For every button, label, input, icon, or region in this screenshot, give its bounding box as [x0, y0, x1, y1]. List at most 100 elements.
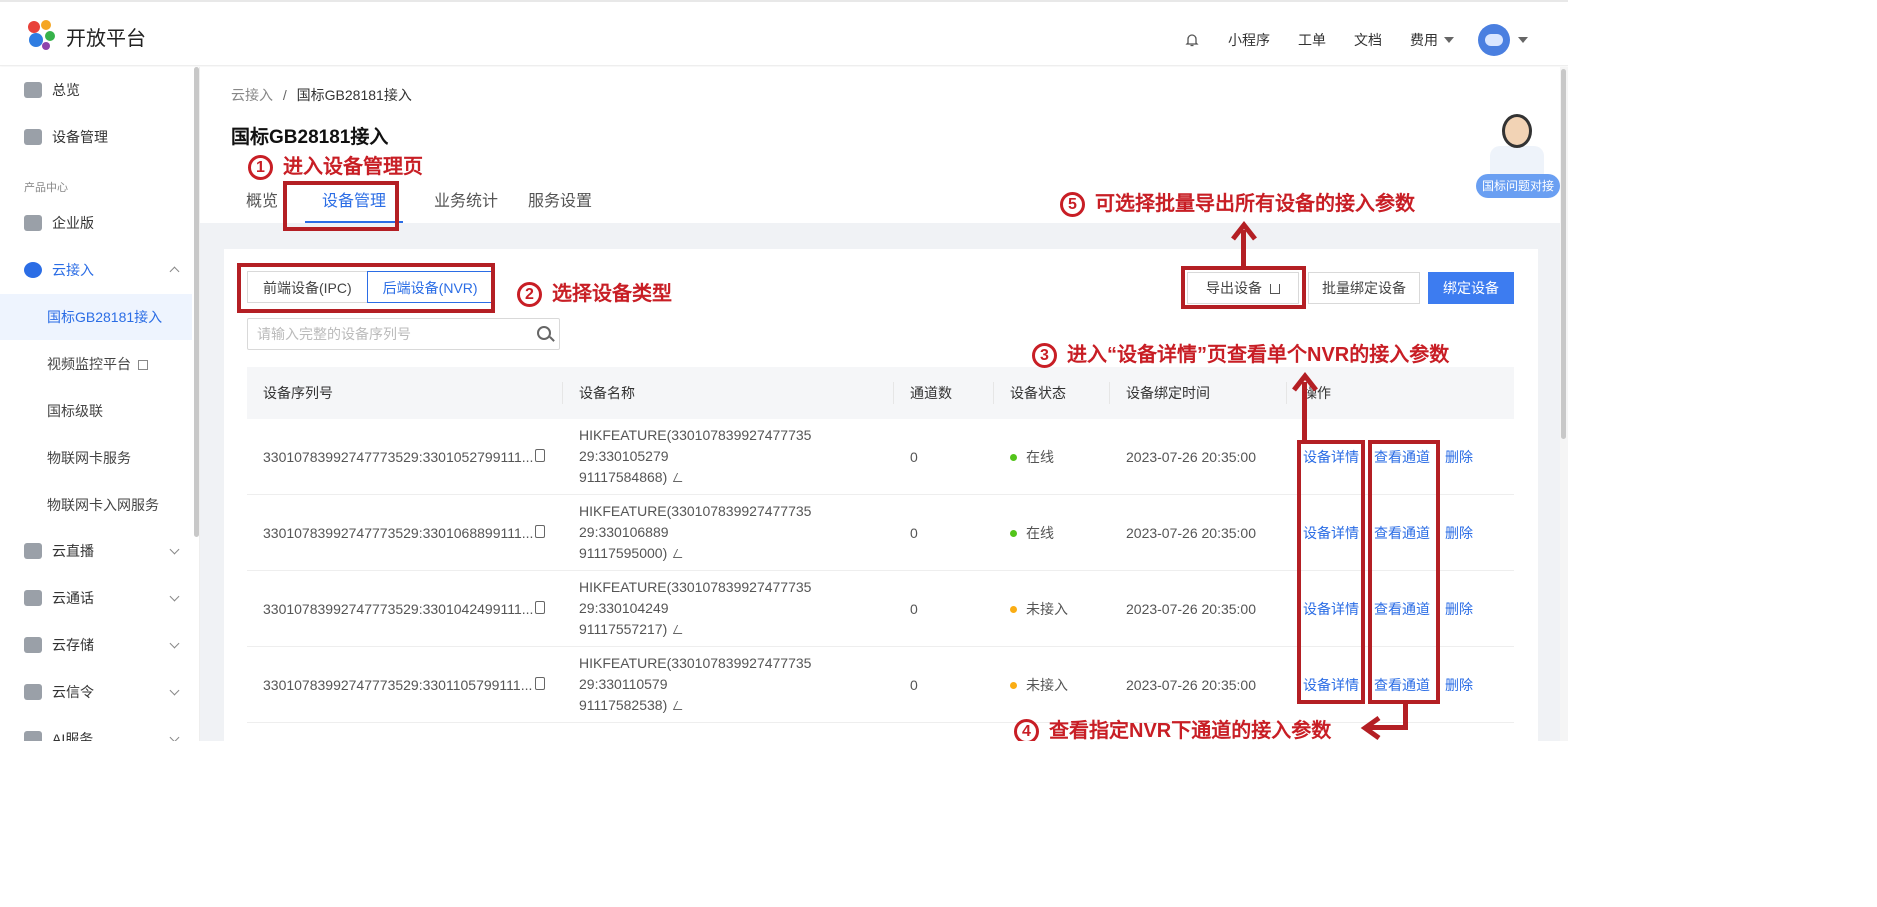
sidebar-section-label: 产品中心	[24, 182, 68, 194]
home-icon	[24, 82, 42, 98]
name-cell: HIKFEATURE(330107839927477735​29:3301068…	[579, 503, 812, 540]
assistant-figure	[1490, 146, 1544, 174]
annotation-step-3: 3 进入“设备详情”页查看单个NVR的接入参数	[1032, 338, 1449, 369]
breadcrumb-root[interactable]: 云接入	[231, 87, 273, 103]
assistant-avatar	[1502, 114, 1532, 148]
annotation-box-device-detail	[1297, 440, 1365, 704]
copy-icon[interactable]	[535, 676, 545, 690]
nav-fee[interactable]: 费用	[1410, 30, 1454, 50]
phone-icon	[24, 590, 42, 606]
sidebar-item-call[interactable]: 云通话	[0, 575, 192, 621]
sidebar-item-storage[interactable]: 云存储	[0, 622, 192, 668]
status-text: 未接入	[1026, 676, 1068, 693]
status-dot	[1010, 681, 1017, 689]
sidebar-item-label: 物联网卡服务	[47, 450, 131, 466]
edit-icon[interactable]	[673, 701, 687, 710]
sidebar-item-label: 云接入	[52, 262, 94, 278]
sidebar-item-label: 云信令	[52, 684, 94, 700]
name-cell: HIKFEATURE(330107839927477735​29:3301042…	[579, 579, 812, 616]
chevron-down-icon	[169, 732, 180, 741]
search-input[interactable]: 请输入完整的设备序列号	[247, 318, 560, 350]
copy-icon[interactable]	[535, 448, 545, 462]
bind-device-button[interactable]: 绑定设备	[1428, 272, 1514, 304]
arrow-up-icon	[1231, 220, 1257, 241]
message-icon	[24, 684, 42, 700]
copy-icon[interactable]	[535, 600, 545, 614]
nav-fee-label: 费用	[1410, 32, 1438, 48]
chevron-up-icon	[169, 266, 180, 277]
col-name: 设备名称	[563, 382, 894, 404]
edit-icon[interactable]	[673, 549, 687, 558]
sidebar-item-label: 国标GB28181接入	[47, 309, 163, 325]
sidebar-item-signal[interactable]: 云信令	[0, 669, 192, 715]
chevron-down-icon	[1518, 37, 1528, 43]
status-dot	[1010, 529, 1017, 537]
brand-name: 开放平台	[66, 28, 146, 50]
delete-link[interactable]: 删除	[1445, 449, 1473, 465]
sidebar-item-iot-card[interactable]: 物联网卡服务	[0, 435, 192, 481]
sidebar-scrollbar[interactable]	[194, 67, 199, 537]
nav-miniapp[interactable]: 小程序	[1228, 30, 1270, 50]
cloud-icon	[24, 543, 42, 559]
sidebar-item-enterprise[interactable]: 企业版	[0, 200, 192, 246]
search-icon[interactable]	[537, 326, 551, 340]
annotation-text: 可选择批量导出所有设备的接入参数	[1095, 193, 1415, 215]
tab-overview[interactable]: 概览	[246, 187, 278, 223]
sidebar-item-label: 云直播	[52, 543, 94, 559]
nav-ticket[interactable]: 工单	[1298, 30, 1326, 50]
annotation-box-device-type	[237, 263, 495, 313]
channels-cell: 0	[910, 448, 918, 465]
sidebar-item-video-platform[interactable]: 视频监控平台	[0, 341, 192, 387]
edit-icon[interactable]	[673, 473, 687, 482]
sidebar-item-overview[interactable]: 总览	[0, 67, 192, 113]
bell-icon[interactable]	[1184, 32, 1200, 48]
batch-bind-button[interactable]: 批量绑定设备	[1308, 272, 1420, 304]
annotation-number: 1	[248, 155, 273, 180]
external-link-icon	[138, 360, 148, 370]
search-placeholder: 请输入完整的设备序列号	[257, 326, 411, 342]
copy-icon[interactable]	[535, 524, 545, 538]
bind-time-cell: 2023-07-26 20:35:00	[1126, 524, 1256, 541]
user-menu[interactable]	[1478, 24, 1528, 56]
name-cell-cont: 91117582538)	[579, 697, 668, 713]
col-channels: 通道数	[894, 382, 994, 404]
sidebar-item-label: 云通话	[52, 590, 94, 606]
sidebar-item-device-management[interactable]: 设备管理	[0, 114, 192, 160]
name-cell-cont: 91117584868)	[579, 469, 668, 485]
sidebar-item-gb28181[interactable]: 国标GB28181接入	[0, 294, 192, 340]
chevron-down-icon	[169, 685, 180, 696]
support-assistant[interactable]: 国标问题对接	[1476, 112, 1562, 202]
edit-icon[interactable]	[673, 625, 687, 634]
serial-cell: 330107839927477735​29:3301105799111...	[263, 676, 533, 693]
delete-link[interactable]: 删除	[1445, 601, 1473, 617]
name-cell: HIKFEATURE(330107839927477735​29:3301105…	[579, 655, 812, 692]
annotation-number: 2	[517, 282, 542, 307]
sidebar-item-label: 设备管理	[52, 129, 108, 145]
top-bar: 开放平台 小程序 工单 文档 费用	[0, 2, 1568, 66]
delete-link[interactable]: 删除	[1445, 525, 1473, 541]
sidebar-item-label: 云存储	[52, 637, 94, 653]
annotation-number: 5	[1060, 192, 1085, 217]
status-dot	[1010, 453, 1017, 461]
logo-icon	[28, 20, 55, 50]
sidebar-item-live[interactable]: 云直播	[0, 528, 192, 574]
arrow-left-icon	[1360, 715, 1381, 741]
annotation-step-1: 1 进入设备管理页	[248, 150, 423, 181]
sidebar-item-label: 物联网卡入网服务	[47, 497, 159, 513]
annotation-text: 进入“设备详情”页查看单个NVR的接入参数	[1067, 344, 1450, 366]
breadcrumb: 云接入 / 国标GB28181接入	[231, 85, 412, 105]
tab-service-settings[interactable]: 服务设置	[528, 187, 592, 223]
nav-docs[interactable]: 文档	[1354, 30, 1382, 50]
delete-link[interactable]: 删除	[1445, 677, 1473, 693]
breadcrumb-current: 国标GB28181接入	[296, 87, 412, 103]
sidebar-item-gb-cascade[interactable]: 国标级联	[0, 388, 192, 434]
chevron-down-icon	[1444, 37, 1454, 43]
serial-cell: 330107839927477735​29:3301068899111...	[263, 524, 534, 541]
table-header: 设备序列号 设备名称 通道数 设备状态 设备绑定时间 操作	[247, 367, 1514, 419]
sidebar-item-iot-card-access[interactable]: 物联网卡入网服务	[0, 482, 192, 528]
sidebar-item-ai[interactable]: AI服务	[0, 716, 192, 741]
tab-business-stats[interactable]: 业务统计	[434, 187, 498, 223]
bind-time-cell: 2023-07-26 20:35:00	[1126, 448, 1256, 465]
serial-cell: 330107839927477735​29:3301042499111...	[263, 600, 534, 617]
sidebar-item-cloud-access[interactable]: 云接入	[0, 247, 192, 293]
